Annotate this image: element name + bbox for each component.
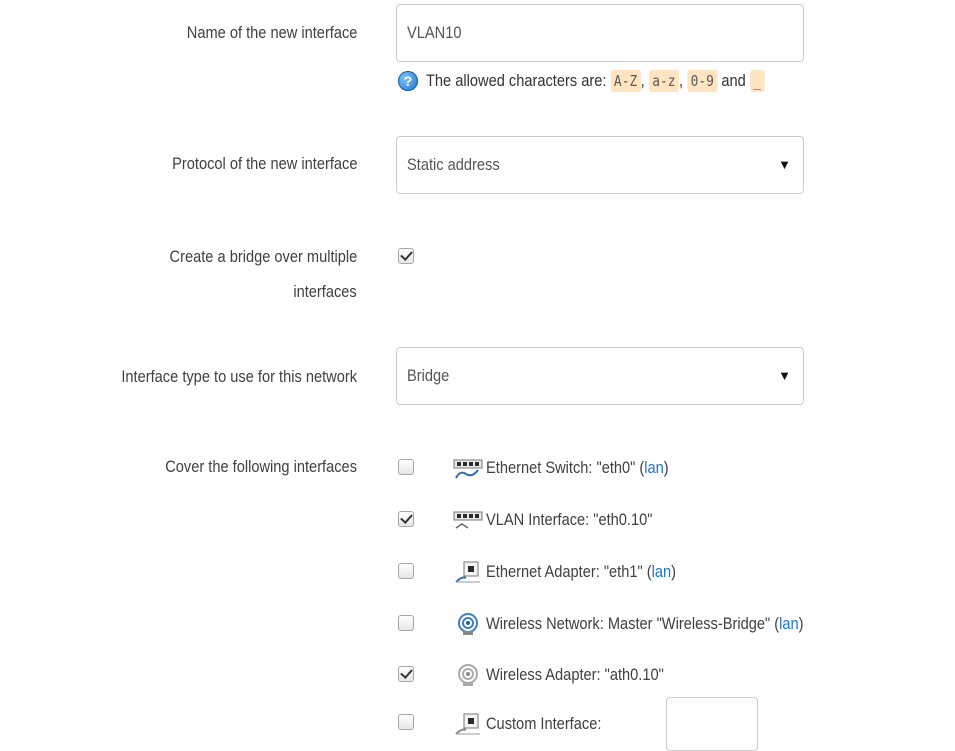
iface-item-eth1: Ethernet Adapter: "eth1" (lan) xyxy=(452,558,707,586)
lan-link-eth1[interactable]: lan xyxy=(652,562,672,581)
protocol-select-value: Static address xyxy=(407,155,500,174)
ethernet-switch-icon xyxy=(453,459,483,479)
type-select[interactable]: Bridge ▼ xyxy=(396,347,804,405)
lan-link-eth0[interactable]: lan xyxy=(644,458,664,477)
dropdown-arrow-icon: ▼ xyxy=(778,157,791,172)
iface-checkbox-ath0-10[interactable] xyxy=(398,666,414,682)
iface-checkbox-custom[interactable] xyxy=(398,714,414,730)
code-underscore: _ xyxy=(749,70,765,92)
name-label: Name of the new interface xyxy=(186,23,357,42)
iface-checkbox-wireless-bridge[interactable] xyxy=(398,615,414,631)
ethernet-adapter-icon xyxy=(455,561,480,583)
iface-checkbox-eth1[interactable] xyxy=(398,563,414,579)
iface-checkbox-eth0-10[interactable] xyxy=(398,511,414,527)
iface-text-eth0: Ethernet Switch: "eth0" xyxy=(486,458,636,477)
iface-text-ath0-10: Wireless Adapter: "ath0.10" xyxy=(486,665,664,684)
iface-text-wireless-bridge: Wireless Network: Master "Wireless-Bridg… xyxy=(486,614,771,633)
iface-item-eth0-10: VLAN Interface: "eth0.10" xyxy=(452,506,680,534)
bridge-checkbox[interactable] xyxy=(398,248,414,264)
name-input[interactable]: VLAN10 xyxy=(396,4,804,62)
wireless-network-icon xyxy=(458,613,478,635)
iface-item-wireless-bridge: Wireless Network: Master "Wireless-Bridg… xyxy=(452,610,855,638)
custom-interface-input[interactable] xyxy=(666,697,758,751)
protocol-label: Protocol of the new interface xyxy=(171,154,357,173)
lan-link-wireless-bridge[interactable]: lan xyxy=(779,614,799,633)
cover-label: Cover the following interfaces xyxy=(165,457,357,476)
type-label: Interface type to use for this network xyxy=(121,367,357,386)
code-digits: 0-9 xyxy=(687,70,718,92)
wireless-adapter-icon xyxy=(458,664,478,686)
bridge-label-line1: Create a bridge over multiple xyxy=(169,247,357,266)
iface-checkbox-eth0[interactable] xyxy=(398,459,414,475)
iface-text-eth1: Ethernet Adapter: "eth1" xyxy=(486,562,643,581)
protocol-select[interactable]: Static address ▼ xyxy=(396,136,804,194)
iface-item-eth0: Ethernet Switch: "eth0" (lan) xyxy=(452,454,698,482)
dropdown-arrow-icon: ▼ xyxy=(778,368,791,383)
help-icon: ? xyxy=(398,71,418,91)
bridge-label-line2: interfaces xyxy=(293,282,357,301)
code-lower: a-z xyxy=(648,70,679,92)
iface-text-eth0-10: VLAN Interface: "eth0.10" xyxy=(486,510,653,529)
vlan-interface-icon xyxy=(453,511,483,529)
code-upper: A-Z xyxy=(610,70,641,92)
hint-text: The allowed characters are: A-Z, a-z, 0-… xyxy=(426,70,765,92)
type-select-value: Bridge xyxy=(407,366,450,385)
name-input-value: VLAN10 xyxy=(407,23,462,42)
custom-interface-icon xyxy=(455,713,480,735)
name-hint: ? The allowed characters are: A-Z, a-z, … xyxy=(398,65,820,97)
iface-item-custom: Custom Interface: xyxy=(452,710,620,738)
iface-text-custom: Custom Interface: xyxy=(486,714,602,733)
iface-item-ath0-10: Wireless Adapter: "ath0.10" xyxy=(452,661,693,689)
